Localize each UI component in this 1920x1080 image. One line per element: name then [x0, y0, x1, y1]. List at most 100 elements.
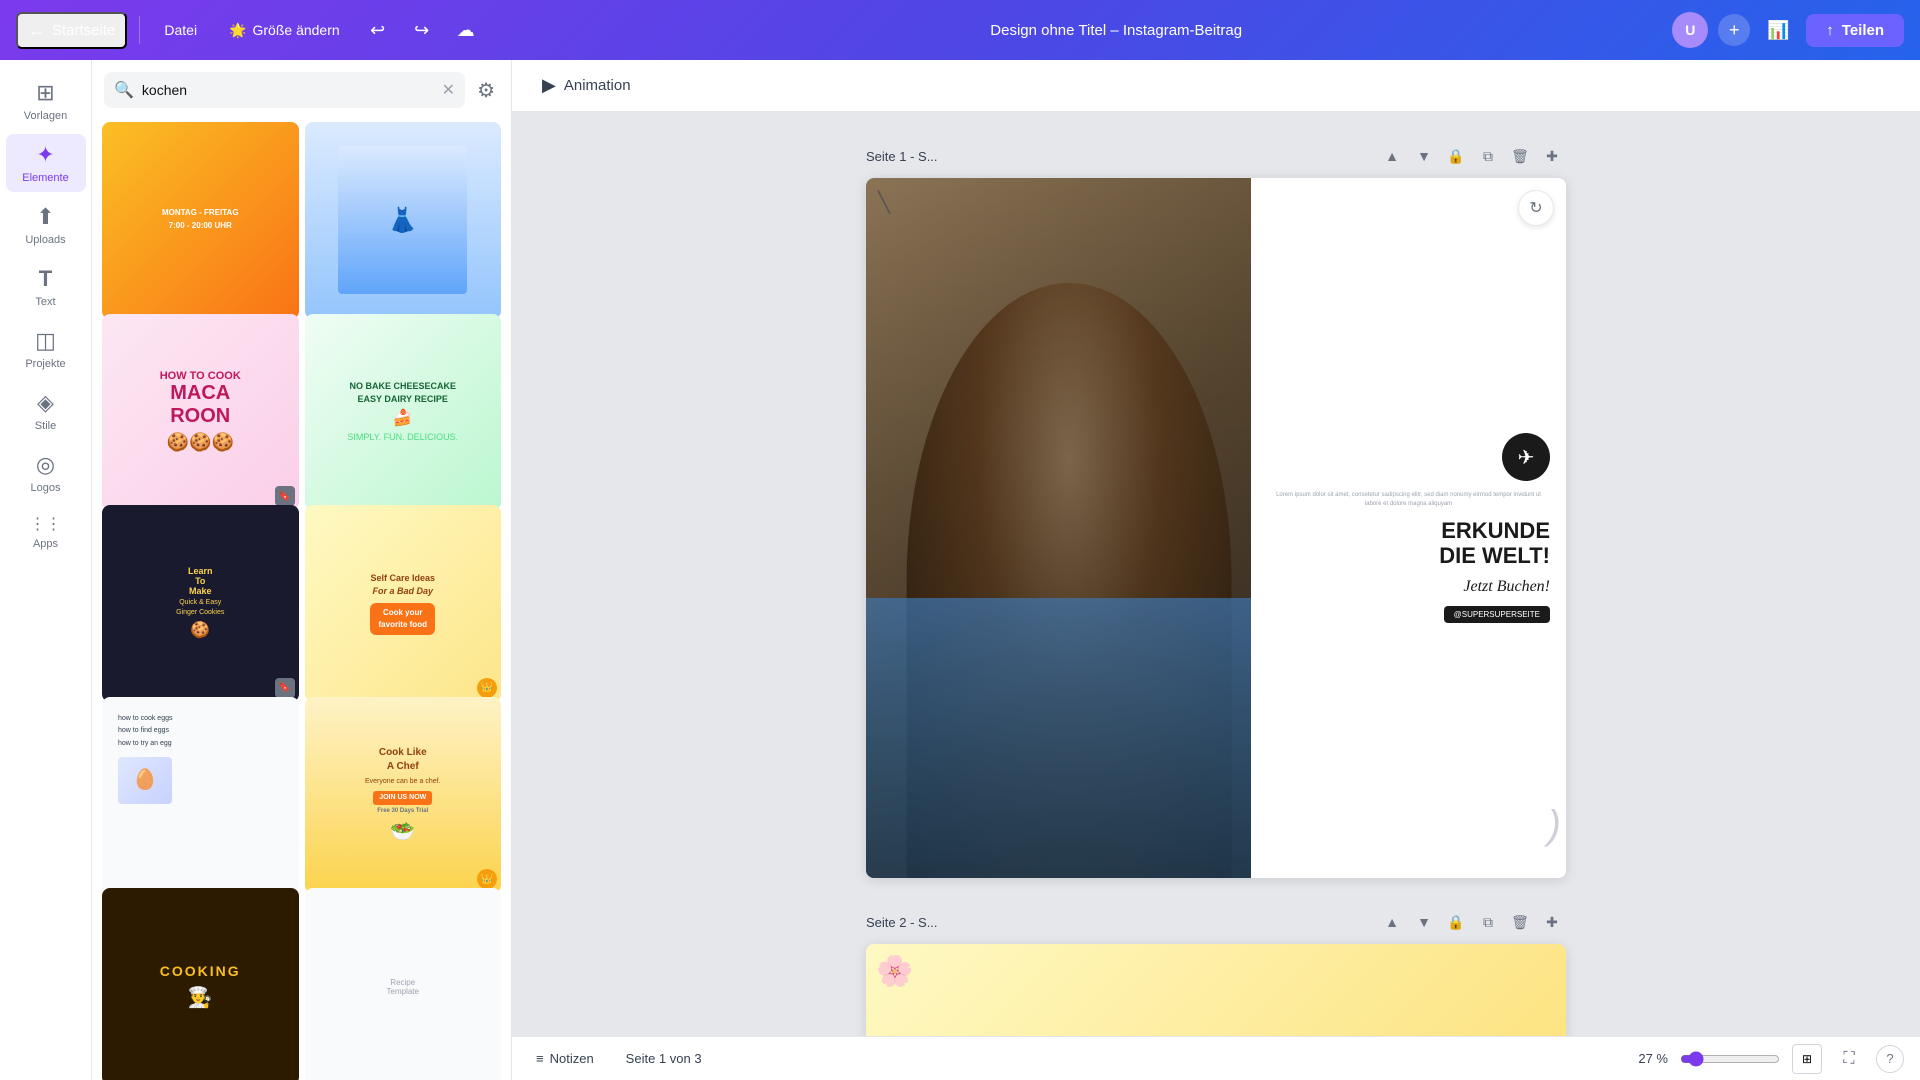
template-card-selfcare[interactable]: Self Care IdeasFor a Bad Day Cook yourfa… — [305, 505, 502, 702]
file-button[interactable]: Datei — [152, 16, 209, 44]
template-card-chef[interactable]: Cook LikeA Chef Everyone can be a chef. … — [305, 697, 502, 894]
sidebar-label-uploads: Uploads — [25, 234, 65, 246]
page-2-add[interactable]: ✚ — [1538, 908, 1566, 936]
template-card-food-schedule[interactable]: MONTAG - FREITAG7:00 - 20:00 UHR — [102, 122, 299, 319]
page-1-add[interactable]: ✚ — [1538, 142, 1566, 170]
page-2-design: 🌸 🌺 Self Care IdeasFor a Bad Day Cook yo… — [866, 944, 1566, 1036]
badge-bookmark-cookies: 🔖 — [275, 678, 295, 698]
search-input[interactable] — [142, 82, 434, 98]
canvas-content[interactable]: Seite 1 - S... ▲ ▼ 🔒 ⧉ 🗑 ✚ — [512, 112, 1920, 1036]
sidebar-label-apps: Apps — [33, 538, 58, 550]
page-indicator: Seite 1 von 3 — [626, 1051, 702, 1066]
lorem-text: Lorem ipsum dolor sit amet, consetetur s… — [1267, 491, 1550, 509]
undo-button[interactable]: ↩ — [360, 12, 396, 48]
page-2-lock[interactable]: 🔒 — [1442, 908, 1470, 936]
page-1-photo — [866, 178, 1272, 878]
sidebar-item-uploads[interactable]: ⬆ Uploads — [6, 196, 86, 254]
page-1-controls: ▲ ▼ 🔒 ⧉ 🗑 ✚ — [1378, 142, 1566, 170]
handle-badge: @SUPERSUPERSEITE — [1444, 606, 1550, 623]
template-preview-food-schedule: MONTAG - FREITAG7:00 - 20:00 UHR — [102, 122, 299, 319]
person-silhouette — [907, 283, 1232, 878]
animation-icon: ▶ — [542, 75, 556, 96]
fullscreen-button[interactable]: ⛶ — [1834, 1044, 1864, 1074]
avatar[interactable]: U — [1672, 12, 1708, 48]
main-layout: ⊞ Vorlagen ✦ Elemente ⬆ Uploads T Text ◫… — [0, 60, 1920, 1080]
share-icon: ↑ — [1826, 22, 1834, 39]
sidebar-label-vorlagen: Vorlagen — [24, 110, 67, 122]
page-1-label: Seite 1 - S... — [866, 149, 938, 164]
logos-icon: ◎ — [36, 452, 55, 478]
search-filter-button[interactable]: ⚙ — [473, 74, 499, 107]
topbar-left: ← Startseite Datei 🌟 Größe ändern ↩ ↪ ☁ — [16, 12, 560, 49]
sidebar-item-logos[interactable]: ◎ Logos — [6, 444, 86, 502]
template-card-minimal[interactable]: RecipeTemplate — [305, 888, 502, 1080]
redo-button[interactable]: ↪ — [404, 12, 440, 48]
search-clear-button[interactable]: ✕ — [442, 80, 455, 100]
template-card-eggs[interactable]: how to cook eggshow to find eggshow to t… — [102, 697, 299, 894]
template-card-cheesecake[interactable]: NO BAKE CHEESECAKEEASY DAIRY RECIPE🍰 SIM… — [305, 314, 502, 511]
search-panel: 🔍 ✕ ⚙ MONTAG - FREITAG7:00 - 20:00 UHR 👗 — [92, 60, 512, 1080]
search-icon: 🔍 — [114, 80, 134, 100]
page-2-canvas[interactable]: 🌸 🌺 Self Care IdeasFor a Bad Day Cook yo… — [866, 944, 1566, 1036]
page-2-expand-down[interactable]: ▼ — [1410, 908, 1438, 936]
animation-label: Animation — [564, 77, 631, 94]
sidebar-item-stile[interactable]: ◈ Stile — [6, 382, 86, 440]
page-2-header: Seite 2 - S... ▲ ▼ 🔒 ⧉ 🗑 ✚ — [866, 908, 1566, 936]
page-1-refresh-button[interactable]: ↻ — [1518, 190, 1554, 226]
page-1-expand-down[interactable]: ▼ — [1410, 142, 1438, 170]
page-2-wrapper: Seite 2 - S... ▲ ▼ 🔒 ⧉ 🗑 ✚ 🌸 🌺 — [866, 908, 1566, 1036]
page-2-duplicate[interactable]: ⧉ — [1474, 908, 1502, 936]
page-1-wrapper: Seite 1 - S... ▲ ▼ 🔒 ⧉ 🗑 ✚ — [866, 142, 1566, 878]
topbar-divider — [139, 16, 140, 44]
template-card-macaroon[interactable]: HOW TO COOKMACAROON 🍪🍪🍪 🔖 — [102, 314, 299, 511]
notes-icon: ≡ — [536, 1051, 544, 1066]
stats-button[interactable]: 📊 — [1760, 12, 1796, 48]
help-button[interactable]: ? — [1876, 1045, 1904, 1073]
template-card-fashion[interactable]: 👗 — [305, 122, 502, 319]
topbar-center: Design ohne Titel – Instagram-Beitrag — [572, 22, 1660, 39]
template-card-cookies[interactable]: LearnToMakeQuick & EasyGinger Cookies 🍪 … — [102, 505, 299, 702]
search-input-wrap[interactable]: 🔍 ✕ — [104, 72, 465, 108]
template-preview-minimal: RecipeTemplate — [305, 888, 502, 1080]
page-2-label: Seite 2 - S... — [866, 915, 938, 930]
jetzt-text: Jetzt Buchen! — [1267, 578, 1550, 596]
animation-button[interactable]: ▶ Animation — [528, 69, 645, 102]
grid-view-button[interactable]: ⊞ — [1792, 1044, 1822, 1074]
sidebar-label-stile: Stile — [35, 420, 56, 432]
search-bar: 🔍 ✕ ⚙ — [92, 60, 511, 116]
badge-crown-selfcare: 👑 — [477, 678, 497, 698]
page-1-delete[interactable]: 🗑 — [1506, 142, 1534, 170]
apps-icon: ⋮⋮ — [30, 514, 62, 534]
sidebar-label-elemente: Elemente — [22, 172, 68, 184]
template-preview-cooking: COOKING 👨‍🍳 — [102, 888, 299, 1080]
sidebar-item-text[interactable]: T Text — [6, 258, 86, 316]
bracket-accent: ) — [1548, 803, 1561, 848]
page-1-lock[interactable]: 🔒 — [1442, 142, 1470, 170]
share-button[interactable]: ↑ Teilen — [1806, 14, 1904, 47]
sidebar-item-projekte[interactable]: ◫ Projekte — [6, 320, 86, 378]
elements-icon: ✦ — [36, 142, 54, 168]
template-preview-cookies: LearnToMakeQuick & EasyGinger Cookies 🍪 — [102, 505, 299, 702]
page-1-duplicate[interactable]: ⧉ — [1474, 142, 1502, 170]
page-1-canvas[interactable]: ✈ Lorem ipsum dolor sit amet, consetetur… — [866, 178, 1566, 878]
canvas-toolbar: ▶ Animation — [512, 60, 1920, 112]
sidebar-item-elemente[interactable]: ✦ Elemente — [6, 134, 86, 192]
home-button[interactable]: ← Startseite — [16, 12, 127, 49]
notes-button[interactable]: ≡ Notizen — [528, 1047, 602, 1070]
sidebar-label-text: Text — [35, 296, 55, 308]
sidebar-item-apps[interactable]: ⋮⋮ Apps — [6, 506, 86, 558]
zoom-slider[interactable] — [1680, 1051, 1780, 1067]
save-cloud-button[interactable]: ☁ — [448, 12, 484, 48]
template-preview-eggs: how to cook eggshow to find eggshow to t… — [102, 697, 299, 894]
topbar-right: U + 📊 ↑ Teilen — [1672, 12, 1904, 48]
resize-button[interactable]: 🌟 Größe ändern — [217, 16, 352, 45]
resize-label: Größe ändern — [253, 22, 340, 38]
status-bar: ≡ Notizen Seite 1 von 3 27 % ⊞ ⛶ ? — [512, 1036, 1920, 1080]
page-2-delete[interactable]: 🗑 — [1506, 908, 1534, 936]
template-card-cooking[interactable]: COOKING 👨‍🍳 — [102, 888, 299, 1080]
canvas-area: ▶ Animation Seite 1 - S... ▲ ▼ 🔒 ⧉ 🗑 ✚ — [512, 60, 1920, 1080]
page-1-collapse-up[interactable]: ▲ — [1378, 142, 1406, 170]
add-collaborator-button[interactable]: + — [1718, 14, 1750, 46]
page-2-collapse-up[interactable]: ▲ — [1378, 908, 1406, 936]
sidebar-item-vorlagen[interactable]: ⊞ Vorlagen — [6, 72, 86, 130]
